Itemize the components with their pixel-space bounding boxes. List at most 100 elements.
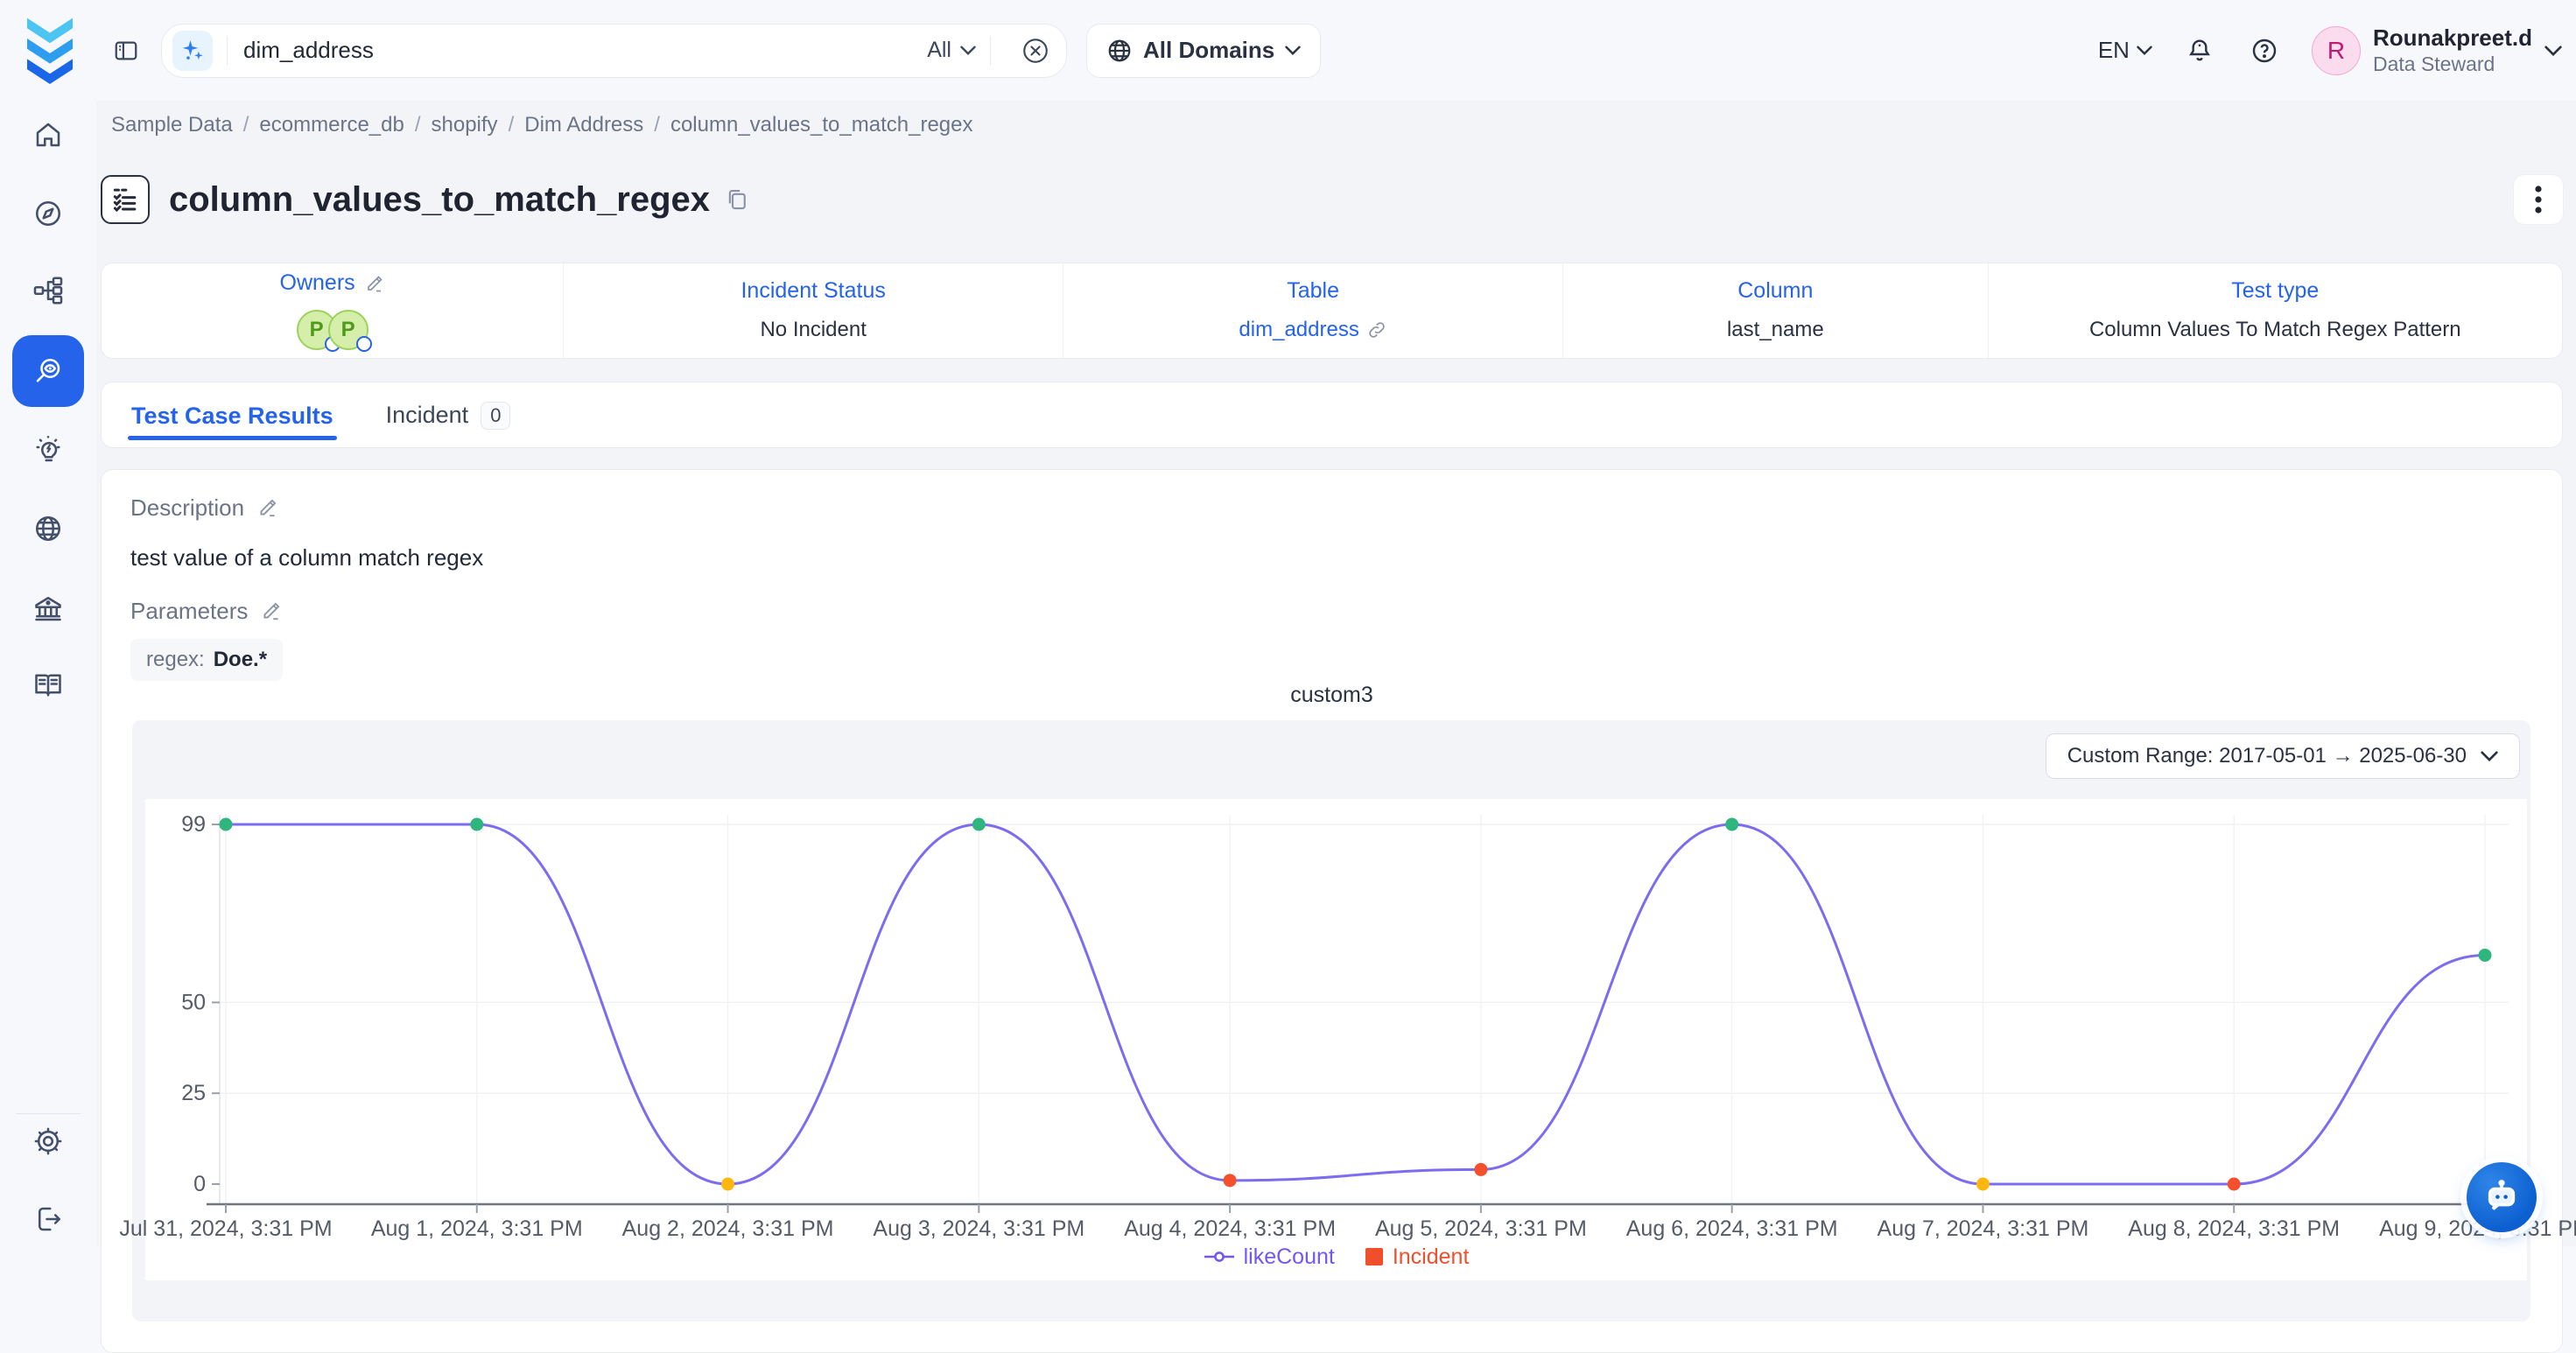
domains-dropdown-button[interactable]: All Domains [1086,24,1321,78]
data-point-success[interactable] [470,817,483,831]
notifications-button[interactable] [2182,33,2217,68]
user-menu[interactable]: R Rounakpreet.d Data Steward [2312,25,2562,75]
bank-icon [32,593,64,625]
chart-plot-area[interactable]: 0255099Jul 31, 2024, 3:31 PMAug 1, 2024,… [145,799,2527,1241]
x-axis-tick-label: Aug 1, 2024, 3:31 PM [371,1216,583,1241]
chevron-down-icon [2481,751,2498,761]
chevron-down-icon [960,46,976,55]
chevron-down-icon [1285,46,1301,55]
tab-test-case-results[interactable]: Test Case Results [128,403,337,447]
compass-icon [32,198,64,229]
language-selector[interactable]: EN [2098,37,2152,64]
test-type-value: Column Values To Match Regex Pattern [2089,318,2461,342]
summary-column: Column last_name [1563,263,1988,358]
owners-avatars: PP [297,310,369,350]
parameters-label: Parameters [130,598,248,625]
tabs-bar: Test Case Results Incident 0 [101,382,2563,448]
chatbot-fab-button[interactable] [2467,1162,2537,1232]
ai-sparkles-icon [172,31,213,71]
x-axis-tick-label: Aug 2, 2024, 3:31 PM [622,1216,834,1241]
chart-legend: likeCount Incident [145,1244,2527,1270]
x-axis-tick-label: Aug 8, 2024, 3:31 PM [2128,1216,2340,1241]
sidebar-item-lineage[interactable] [12,255,84,326]
test-case-results-panel: Description test value of a column match… [101,469,2563,1353]
tab-label: Test Case Results [131,403,333,430]
chart-panel: Custom Range: 2017-05-01 → 2025-06-30 0 2… [132,720,2530,1321]
link-icon [1366,319,1387,340]
x-axis-tick-label: Aug 3, 2024, 3:31 PM [873,1216,1084,1241]
line-chart[interactable]: 0255099Jul 31, 2024, 3:31 PMAug 1, 2024,… [145,799,2527,1280]
chart-title: custom3 [130,683,2533,708]
search-scope-dropdown[interactable]: All [927,38,976,63]
breadcrumb-item: column_values_to_match_regex [670,113,973,137]
bell-icon [2186,37,2214,65]
sidebar-toggle-button[interactable] [107,32,145,70]
app-logo-icon[interactable] [19,16,81,84]
breadcrumb-item[interactable]: ecommerce_db [259,113,404,137]
data-point-aborted[interactable] [721,1177,734,1190]
legend-item-likecount[interactable]: likeCount [1204,1244,1335,1270]
topbar-right: EN R Rounakpreet.d Data Steward [2098,25,2576,75]
x-axis-tick-label: Aug 5, 2024, 3:31 PM [1375,1216,1587,1241]
breadcrumb-item[interactable]: shopify [432,113,498,137]
global-search-bar[interactable]: All [161,24,1067,78]
data-point-failed[interactable] [1224,1174,1237,1187]
pencil-icon [260,599,283,622]
x-axis-tick-label: Aug 4, 2024, 3:31 PM [1124,1216,1336,1241]
y-axis-tick-label: 50 [181,990,206,1014]
sidebar-item-explore[interactable] [12,178,84,249]
sidebar-item-observability[interactable] [12,335,84,407]
data-point-failed[interactable] [1474,1162,1487,1175]
legend-label: Incident [1393,1244,1470,1270]
data-point-success[interactable] [220,817,233,831]
divider [227,36,228,66]
owner-avatar[interactable]: P [328,310,369,350]
search-eye-icon [32,355,64,387]
date-range-dropdown[interactable]: Custom Range: 2017-05-01 → 2025-06-30 [2046,733,2520,779]
sidebar-item-insights[interactable] [12,414,84,486]
gear-icon [32,1125,64,1157]
likecount-line [226,824,2485,1184]
data-point-success[interactable] [1725,817,1738,831]
more-actions-button[interactable] [2514,175,2563,224]
breadcrumb-item[interactable]: Sample Data [111,113,233,137]
kebab-icon [2534,184,2543,215]
sidebar-item-settings[interactable] [12,1105,84,1177]
pencil-icon [364,273,385,294]
x-axis-tick-label: Aug 6, 2024, 3:31 PM [1626,1216,1838,1241]
legend-item-incident[interactable]: Incident [1365,1244,1470,1270]
panel-left-icon [113,38,139,64]
breadcrumb-item[interactable]: Dim Address [524,113,643,137]
sidebar-item-home[interactable] [12,99,84,171]
data-point-success[interactable] [2479,949,2492,962]
breadcrumb: Sample Data/ecommerce_db/shopify/Dim Add… [101,101,2563,137]
chevron-down-icon [2544,46,2562,56]
sidebar [0,0,96,1246]
legend-line-icon [1204,1251,1235,1263]
book-icon [32,669,64,701]
help-button[interactable] [2247,33,2282,68]
sidebar-item-glossary[interactable] [12,649,84,721]
page-title: column_values_to_match_regex [169,180,710,220]
tab-incident-count-badge: 0 [481,402,510,430]
search-input[interactable] [242,36,927,65]
sidebar-item-domains[interactable] [12,493,84,564]
sidebar-item-govern[interactable] [12,573,84,645]
tab-incident[interactable]: Incident 0 [383,402,515,447]
y-axis-tick-label: 25 [181,1081,206,1105]
summary-table: Table dim_address [1063,263,1563,358]
edit-owners-button[interactable] [364,273,385,294]
summary-test-type: Test type Column Values To Match Regex P… [1989,263,2562,358]
y-axis-tick-label: 0 [193,1172,206,1196]
data-point-aborted[interactable] [1976,1177,1990,1190]
copy-button[interactable] [724,186,750,213]
data-point-success[interactable] [972,817,986,831]
search-clear-button[interactable] [1021,36,1050,66]
parameter-pill: regex: Doe.* [130,639,283,681]
edit-description-button[interactable] [256,496,279,519]
table-link[interactable]: dim_address [1239,318,1386,342]
edit-parameters-button[interactable] [260,599,283,622]
search-scope-label: All [927,38,951,63]
sidebar-item-logout[interactable] [12,1183,84,1255]
data-point-failed[interactable] [2228,1177,2241,1190]
